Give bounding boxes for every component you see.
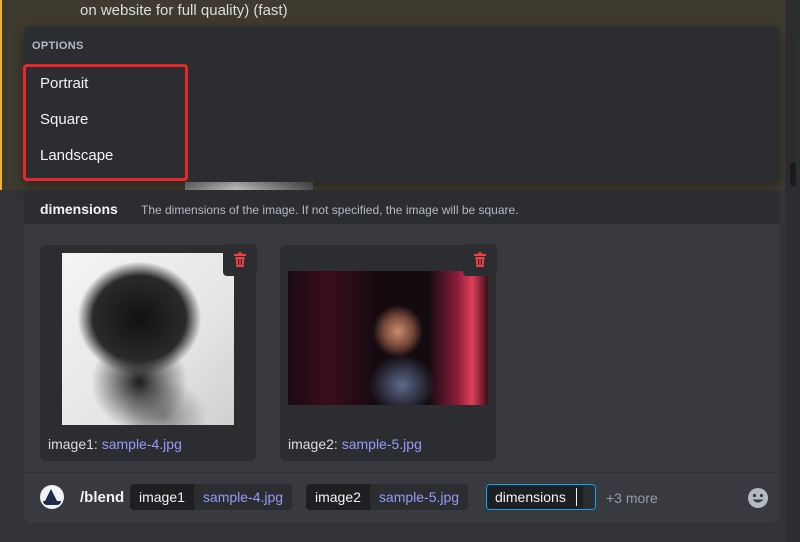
more-options-button[interactable]: +3 more <box>606 490 658 506</box>
delete-attachment-button-1[interactable] <box>223 244 257 276</box>
scrollbar[interactable] <box>786 0 800 542</box>
param-chip-image2[interactable]: image2 sample-5.jpg <box>306 484 469 510</box>
attachment-caption-2: image2: sample-5.jpg <box>288 436 422 452</box>
param-chip-dimensions[interactable]: dimensions <box>486 484 596 510</box>
scrollbar-thumb[interactable] <box>790 162 796 186</box>
param-value: sample-4.jpg <box>193 484 293 510</box>
param-key: image2 <box>306 484 370 510</box>
attachment-file-2[interactable]: sample-5.jpg <box>342 436 422 452</box>
attachment-image-2 <box>288 271 488 405</box>
command-name: /blend <box>80 489 125 506</box>
message-text: on website for full quality) (fast) <box>80 2 288 19</box>
attachment-image-1 <box>62 253 234 425</box>
options-header: OPTIONS <box>32 40 84 52</box>
param-key: dimensions <box>487 485 574 509</box>
option-hint-bar: dimensions The dimensions of the image. … <box>24 190 780 224</box>
option-hint-description: The dimensions of the image. If not spec… <box>141 203 519 217</box>
attachment-label-2: image2: <box>288 436 338 452</box>
text-caret <box>575 488 577 506</box>
annotation-highlight-box <box>23 64 188 181</box>
command-composer: dimensions The dimensions of the image. … <box>24 190 780 523</box>
attachment-card-2: image2: sample-5.jpg <box>280 244 497 461</box>
param-chip-image1[interactable]: image1 sample-4.jpg <box>130 484 293 510</box>
attachment-label-1: image1: <box>48 436 98 452</box>
param-value-empty[interactable] <box>582 485 595 509</box>
sailboat-avatar <box>40 485 64 509</box>
param-key: image1 <box>130 484 194 510</box>
attachment-file-1[interactable]: sample-4.jpg <box>102 436 182 452</box>
smiley-icon[interactable] <box>746 486 770 510</box>
attachment-card-1: image1: sample-4.jpg <box>40 244 257 461</box>
attachment-caption-1: image1: sample-4.jpg <box>48 436 182 452</box>
trash-icon <box>234 252 246 267</box>
command-input-row[interactable]: /blend image1 sample-4.jpg image2 sample… <box>24 472 780 523</box>
trash-icon <box>474 252 486 267</box>
option-hint-name: dimensions <box>40 201 118 217</box>
delete-attachment-button-2[interactable] <box>463 244 497 276</box>
param-value: sample-5.jpg <box>369 484 469 510</box>
